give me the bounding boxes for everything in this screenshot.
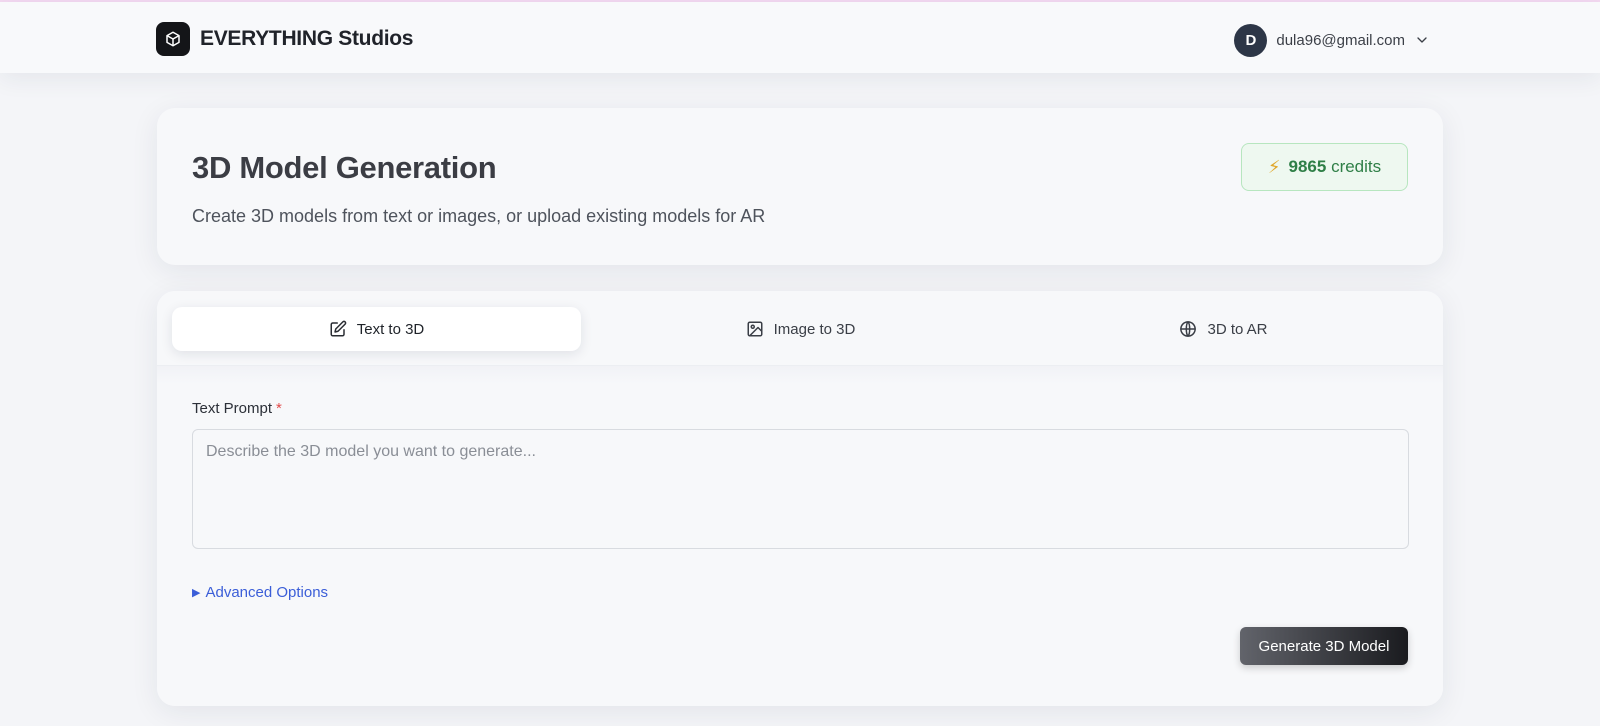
- generation-card: Text to 3D Image to 3D 3D to AR Text Pro…: [157, 291, 1443, 706]
- credits-value: 9865: [1288, 157, 1327, 176]
- image-icon: [746, 320, 764, 338]
- tab-3d-to-ar[interactable]: 3D to AR: [1019, 307, 1428, 351]
- prompt-label-text: Text Prompt: [192, 400, 273, 417]
- globe-icon: [1179, 320, 1197, 338]
- top-navbar: EVERYTHING Studios D dula96@gmail.com: [0, 2, 1600, 73]
- prompt-label: Text Prompt *: [192, 400, 282, 417]
- tab-image-to-3d[interactable]: Image to 3D: [596, 307, 1005, 351]
- edit-icon: [329, 320, 347, 338]
- brand-name: EVERYTHING Studios: [200, 27, 414, 50]
- tab-bar: Text to 3D Image to 3D 3D to AR: [157, 291, 1443, 366]
- credits-unit: credits: [1331, 157, 1382, 176]
- text-to-3d-panel: Text Prompt* ▶ Advanced Options Generate…: [157, 366, 1443, 706]
- generate-3d-model-button[interactable]: Generate 3D Model: [1240, 627, 1408, 665]
- credits-badge: ⚡ 9865 credits: [1241, 143, 1408, 191]
- required-mark: *: [276, 400, 282, 417]
- chevron-down-icon[interactable]: [1414, 32, 1430, 48]
- user-menu[interactable]: D dula96@gmail.com: [1234, 23, 1430, 57]
- tab-label: Text to 3D: [356, 320, 425, 338]
- caret-right-icon: ▶: [192, 587, 201, 599]
- avatar: D: [1234, 23, 1268, 57]
- tab-label: 3D to AR: [1207, 320, 1268, 338]
- user-email: dula96@gmail.com: [1276, 31, 1405, 49]
- overview-card: 3D Model Generation Create 3D models fro…: [157, 108, 1443, 265]
- advanced-options-toggle[interactable]: ▶ Advanced Options: [192, 584, 328, 601]
- cube-icon: [156, 22, 190, 56]
- page-subtitle: Create 3D models from text or images, or…: [192, 206, 766, 226]
- brand[interactable]: EVERYTHING Studios: [156, 22, 413, 56]
- advanced-options-label: Advanced Options: [205, 584, 329, 601]
- tab-label: Image to 3D: [773, 320, 856, 338]
- page-title: 3D Model Generation: [192, 150, 497, 185]
- tab-text-to-3d[interactable]: Text to 3D: [172, 307, 581, 351]
- prompt-input[interactable]: [192, 429, 1409, 549]
- lightning-icon: ⚡: [1267, 156, 1281, 177]
